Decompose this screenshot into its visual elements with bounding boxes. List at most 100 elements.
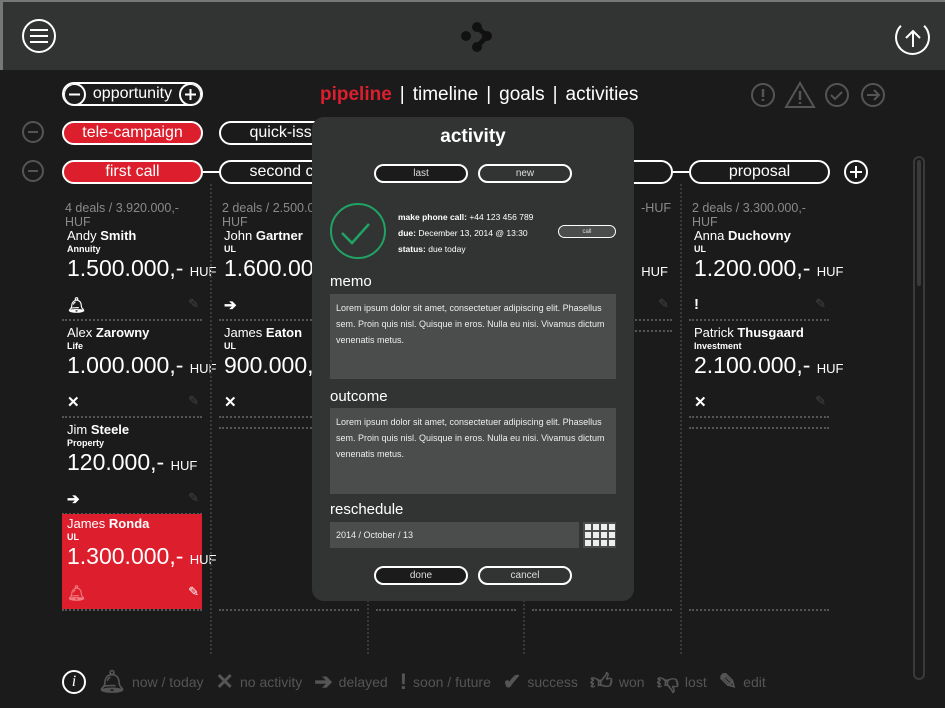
done-button[interactable]: done xyxy=(374,566,468,585)
currency: HUF xyxy=(170,458,198,473)
currency: HUF xyxy=(189,264,217,279)
amount-value: 900.000,- xyxy=(224,352,322,378)
column-end-divider xyxy=(219,609,359,611)
due-label: due: xyxy=(398,228,416,238)
deal-contact: John Gartner xyxy=(224,228,303,243)
arrow-right-circle-icon[interactable] xyxy=(861,83,885,107)
upload-circle-icon xyxy=(904,29,921,47)
column-end-divider xyxy=(532,609,672,611)
deal-amount: 120.000,- HUF xyxy=(67,449,197,476)
activity-dialog: activity last new make phone call: +44 1… xyxy=(312,117,634,601)
first-name: Anna xyxy=(694,228,725,243)
tab-timeline[interactable]: timeline xyxy=(413,84,478,106)
deal-card[interactable]: James Ronda UL 1.300.000,- HUF 🔔︎ ✎ xyxy=(62,514,216,609)
deal-type: UL xyxy=(224,244,236,254)
card-divider xyxy=(689,319,829,321)
legend-label: no activity xyxy=(239,673,303,690)
calendar-grid-icon[interactable] xyxy=(583,522,616,548)
deal-contact: Anna Duchovny xyxy=(694,228,791,243)
stage-summary: 2 deals / 3.300.000,-HUF xyxy=(692,201,806,229)
pencil-icon[interactable]: ✎ xyxy=(815,393,826,409)
memo-textarea[interactable]: Lorem ipsum dolor sit amet, consectetuer… xyxy=(330,294,616,379)
card-divider xyxy=(689,416,829,418)
collapse-campaign-button[interactable] xyxy=(22,121,44,143)
menu-button[interactable] xyxy=(22,19,56,53)
status-label: status: xyxy=(398,244,426,254)
dialog-title: activity xyxy=(440,126,506,147)
legend-label: now / today xyxy=(131,673,204,690)
bell-icon: 🔔︎ xyxy=(98,668,126,694)
check-circle-icon[interactable] xyxy=(825,83,849,107)
first-name: Andy xyxy=(67,228,97,243)
thumbs-up-icon: 👍︎ xyxy=(589,669,613,694)
first-name: James xyxy=(224,325,263,340)
first-name: Jim xyxy=(67,422,88,437)
warning-triangle-icon[interactable] xyxy=(784,81,816,108)
exclamation-icon: ! xyxy=(694,296,699,313)
tab-new[interactable]: new xyxy=(478,164,572,183)
amount-value: 2.100.000,- xyxy=(694,352,811,378)
deal-card[interactable]: Patrick Thusgaard Investment 2.100.000,-… xyxy=(689,323,843,418)
first-name: Alex xyxy=(67,325,93,340)
column-end-divider xyxy=(376,609,516,611)
bell-icon: 🔔︎ xyxy=(67,585,87,602)
deal-amount: 1.500.000,- HUF xyxy=(67,255,216,282)
pencil-icon[interactable]: ✎ xyxy=(188,393,199,409)
checkmark-icon: ✔ xyxy=(502,668,522,694)
deal-type: UL xyxy=(67,532,79,542)
phone-number: +44 123 456 789 xyxy=(469,212,534,222)
remove-opportunity-button[interactable] xyxy=(64,84,86,104)
last-name: Eaton xyxy=(265,325,303,340)
cross-icon: ✕ xyxy=(67,394,80,411)
stage-connector xyxy=(673,171,689,173)
deal-card[interactable]: Andy Smith Annuity 1.500.000,- HUF 🔔︎ ✎ xyxy=(62,226,216,321)
campaign-tele-campaign[interactable]: tele-campaign xyxy=(62,121,203,145)
alert-circle-icon[interactable] xyxy=(751,83,775,107)
pencil-icon[interactable]: ✎ xyxy=(815,296,826,312)
deal-contact: James Ronda xyxy=(67,516,149,531)
pencil-icon[interactable]: ✎ xyxy=(188,296,199,312)
nav-separator: | xyxy=(399,84,405,105)
scrollbar-thumb[interactable] xyxy=(917,160,921,286)
currency: HUF xyxy=(816,361,844,376)
deal-card[interactable]: Jim Steele Property 120.000,- HUF ➔ ✎ xyxy=(62,420,202,515)
reschedule-label: reschedule xyxy=(330,501,404,518)
last-name: Ronda xyxy=(108,516,150,531)
deal-card[interactable]: Anna Duchovny UL 1.200.000,- HUF ! ✎ xyxy=(689,226,843,321)
call-button[interactable]: call xyxy=(558,225,616,238)
plus-icon xyxy=(184,88,196,100)
status-value: due today xyxy=(428,244,466,254)
first-name: Patrick xyxy=(694,325,734,340)
plus-icon xyxy=(850,166,862,178)
info-icon[interactable]: i xyxy=(62,669,86,694)
collapse-stage-button[interactable] xyxy=(22,160,44,182)
pencil-icon[interactable]: ✎ xyxy=(658,296,669,312)
column-end-divider xyxy=(689,609,829,611)
tab-goals[interactable]: goals xyxy=(499,84,544,106)
deal-amount: 1.200.000,- HUF xyxy=(694,255,843,282)
scrollbar[interactable] xyxy=(913,156,925,680)
last-name: Smith xyxy=(100,228,137,243)
deal-type: UL xyxy=(224,341,236,351)
deal-contact: James Eaton xyxy=(224,325,302,340)
tab-pipeline[interactable]: pipeline xyxy=(320,84,392,106)
pencil-icon[interactable]: ✎ xyxy=(188,490,199,506)
tab-last[interactable]: last xyxy=(374,164,468,183)
currency: HUF xyxy=(641,264,668,279)
cancel-button[interactable]: cancel xyxy=(478,566,572,585)
reschedule-date-input[interactable]: 2014 / October / 13 xyxy=(330,522,579,548)
hamburger-menu-icon xyxy=(30,29,48,43)
task-label: make phone call: xyxy=(398,212,467,222)
stage-4[interactable]: proposal xyxy=(689,160,830,184)
deal-card[interactable]: Alex Zarowny Life 1.000.000,- HUF ✕ ✎ xyxy=(62,323,216,418)
tab-activities[interactable]: activities xyxy=(566,84,639,106)
deal-amount: 2.100.000,- HUF xyxy=(694,352,843,379)
add-stage-button[interactable] xyxy=(844,160,868,184)
upload-button[interactable] xyxy=(895,20,930,55)
add-opportunity-button[interactable] xyxy=(178,84,201,104)
stage-0[interactable]: first call xyxy=(62,160,203,184)
card-divider xyxy=(62,416,202,418)
currency: HUF xyxy=(189,552,217,567)
pencil-icon[interactable]: ✎ xyxy=(188,584,199,600)
outcome-textarea[interactable]: Lorem ipsum dolor sit amet, consectetuer… xyxy=(330,408,616,494)
